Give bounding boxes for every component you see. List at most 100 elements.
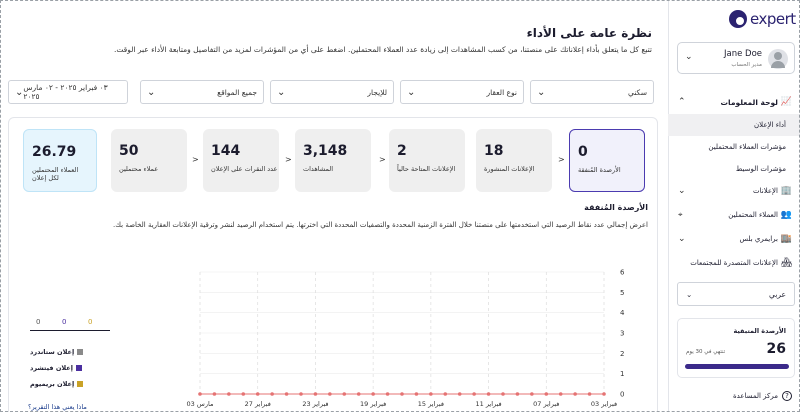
y-tick-label: 3 xyxy=(620,330,624,338)
y-tick-label: 1 xyxy=(620,370,624,378)
x-tick-label: 27 فبراير xyxy=(245,400,271,408)
category-value: سكني xyxy=(628,87,647,97)
chevron-down-icon: ⌄ xyxy=(537,86,546,98)
purpose-value: للإيجار xyxy=(367,87,387,97)
remaining-credits-card: الأرصدة المتبقية 26 تنتهي في 30 يوم xyxy=(677,318,795,378)
x-tick-label: 19 فبراير xyxy=(360,400,386,408)
legend-swatch xyxy=(77,349,84,355)
chevron-down-icon: ⌄ xyxy=(147,86,156,98)
user-name: Jane Doe xyxy=(723,49,762,59)
chevron-down-icon: ⌄ xyxy=(15,86,24,98)
category-select[interactable]: ⌄ سكني xyxy=(530,80,654,104)
stat-leads[interactable]: 50 عملاء محتملين xyxy=(111,129,187,192)
users-icon: 👥 xyxy=(780,210,792,220)
stat-leads-per-ad[interactable]: 26.79 العملاء المحتملين لكل إعلان xyxy=(23,129,97,192)
data-point xyxy=(573,392,577,396)
data-point xyxy=(414,392,419,396)
sidebar-item-lead-metrics[interactable]: مؤشرات العملاء المحتملين xyxy=(668,136,800,158)
help-center-link[interactable]: ? مركز المساعدة xyxy=(733,391,792,401)
section-title: الأرصدة المُنفقة xyxy=(584,203,648,212)
sidebar-item-label: العملاء المحتملين xyxy=(728,211,778,219)
purpose-select[interactable]: ⌄ للإيجار xyxy=(270,80,394,104)
sidebar-item-dashboard[interactable]: 📈 لوحة المعلومات ⌃ xyxy=(668,91,800,113)
stat-label: الإعلانات المتاحة حالياً xyxy=(397,165,456,173)
data-point xyxy=(255,392,260,396)
sidebar-item-listings[interactable]: 🏢 الإعلانات ⌄ xyxy=(668,180,800,202)
sidebar-item-agent-metrics[interactable]: مؤشرات الوسيط xyxy=(668,158,800,180)
stat-label: عدد النقرات على الإعلان xyxy=(211,165,278,173)
report-help-link[interactable]: ماذا يعني هذا التقرير؟ xyxy=(28,403,87,411)
main-content: نظرة عامة على الأداء تتبع كل ما يتعلق بأ… xyxy=(0,0,668,412)
x-tick-label: 07 فبراير xyxy=(533,400,559,408)
data-point xyxy=(530,392,534,396)
data-point xyxy=(284,392,289,396)
legend-value-standard: 0 xyxy=(36,318,41,326)
data-point xyxy=(429,392,433,396)
avatar xyxy=(768,49,788,69)
stat-ad-clicks[interactable]: 144 عدد النقرات على الإعلان xyxy=(203,129,279,192)
date-range-select[interactable]: ⌄ ٠٣ فبراير ٢٠٢٥ - ٠٢ مارس ٢٠٢٥ xyxy=(8,80,128,104)
chevron-down-icon: ⌄ xyxy=(685,52,693,62)
brand-logo[interactable]: expert xyxy=(729,10,796,28)
sidebar-item-primary-plus[interactable]: 🏬 برايمري بلس ⌄ xyxy=(668,228,800,250)
sidebar-item-label: لوحة المعلومات xyxy=(720,97,779,107)
x-tick-label: 11 فبراير xyxy=(475,400,501,408)
stat-label: عملاء محتملين xyxy=(119,165,159,173)
data-point xyxy=(443,392,448,396)
remaining-credits-progress xyxy=(685,364,789,369)
data-point xyxy=(558,392,563,396)
chevron-down-icon: ⌄ xyxy=(678,234,686,244)
data-point xyxy=(385,392,390,396)
stat-spent-credits[interactable]: 0 الأرصدة المُنفقة xyxy=(569,129,645,192)
line-chart-icon: 📈 xyxy=(780,97,792,107)
sidebar: expert Jane Doe مدير الحساب ⌄ 📈 لوحة الم… xyxy=(668,0,800,412)
help-center-label: مركز المساعدة xyxy=(732,392,778,400)
stat-available-ads[interactable]: 2 الإعلانات المتاحة حالياً xyxy=(389,129,465,192)
chevron-down-icon: ⌄ xyxy=(407,86,416,98)
data-point xyxy=(299,392,303,396)
spent-credits-chart: 0 1 2 3 4 5 6 03 مارس 27 فبراير 23 فبراير 19 فبراي… xyxy=(187,269,625,409)
location-select[interactable]: ⌄ جميع المواقع xyxy=(140,80,264,104)
brand-name: expert xyxy=(750,10,796,28)
data-point xyxy=(313,392,318,396)
stat-published-ads[interactable]: 18 الإعلانات المنشورة xyxy=(476,129,552,192)
chevron-left-icon: < xyxy=(379,155,386,164)
chevron-left-icon: < xyxy=(558,155,565,164)
x-tick-label: 03 فبراير xyxy=(591,400,617,408)
page-title: نظرة عامة على الأداء xyxy=(526,26,652,40)
legend-swatch xyxy=(77,381,84,387)
data-point xyxy=(501,392,505,396)
y-tick-label: 6 xyxy=(620,269,625,277)
data-point xyxy=(342,392,347,396)
x-tick-label: 15 فبراير xyxy=(418,400,444,408)
stat-label: العملاء المحتملين لكل إعلان xyxy=(32,166,79,183)
data-point xyxy=(241,392,246,396)
stat-value: 0 xyxy=(578,144,588,160)
sidebar-item-leads[interactable]: 👥 العملاء المحتملين ⌖ xyxy=(668,204,800,226)
property-type-select[interactable]: ⌄ نوع العقار xyxy=(400,80,524,104)
chevron-down-icon: ⌄ xyxy=(686,289,693,299)
y-tick-label: 2 xyxy=(620,350,624,358)
apartment-plus-icon: 🏬 xyxy=(780,234,792,244)
stat-label: الإعلانات المنشورة xyxy=(484,165,535,173)
sidebar-item-ad-performance[interactable]: أداء الإعلان xyxy=(668,114,800,136)
stat-value: 26.79 xyxy=(32,144,77,160)
data-point xyxy=(227,392,231,396)
x-tick-label: 23 فبراير xyxy=(302,400,328,408)
language-value: عربي xyxy=(769,289,786,299)
legend-item-premium[interactable]: إعلان بريميوم xyxy=(30,380,84,388)
sidebar-item-community-top-ads[interactable]: 🏘 الإعلانات المتصدرة للمجتمعات xyxy=(668,252,800,274)
legend-value-premium: 0 xyxy=(88,318,93,326)
language-select[interactable]: ⌄ عربي xyxy=(677,282,795,306)
question-icon: ? xyxy=(782,391,792,401)
data-point xyxy=(587,392,592,396)
stat-views[interactable]: 3,148 المشاهدات xyxy=(295,129,371,192)
stat-label: الأرصدة المُنفقة xyxy=(578,166,621,174)
user-menu[interactable]: Jane Doe مدير الحساب ⌄ xyxy=(677,42,795,74)
legend-value-featured: 0 xyxy=(62,318,67,326)
legend-item-standard[interactable]: إعلان ستاندرد xyxy=(30,348,84,356)
legend-divider xyxy=(30,330,110,331)
data-point xyxy=(371,392,375,396)
legend-item-featured[interactable]: إعلان فيتشرد xyxy=(30,364,82,372)
stat-value: 50 xyxy=(119,143,139,159)
